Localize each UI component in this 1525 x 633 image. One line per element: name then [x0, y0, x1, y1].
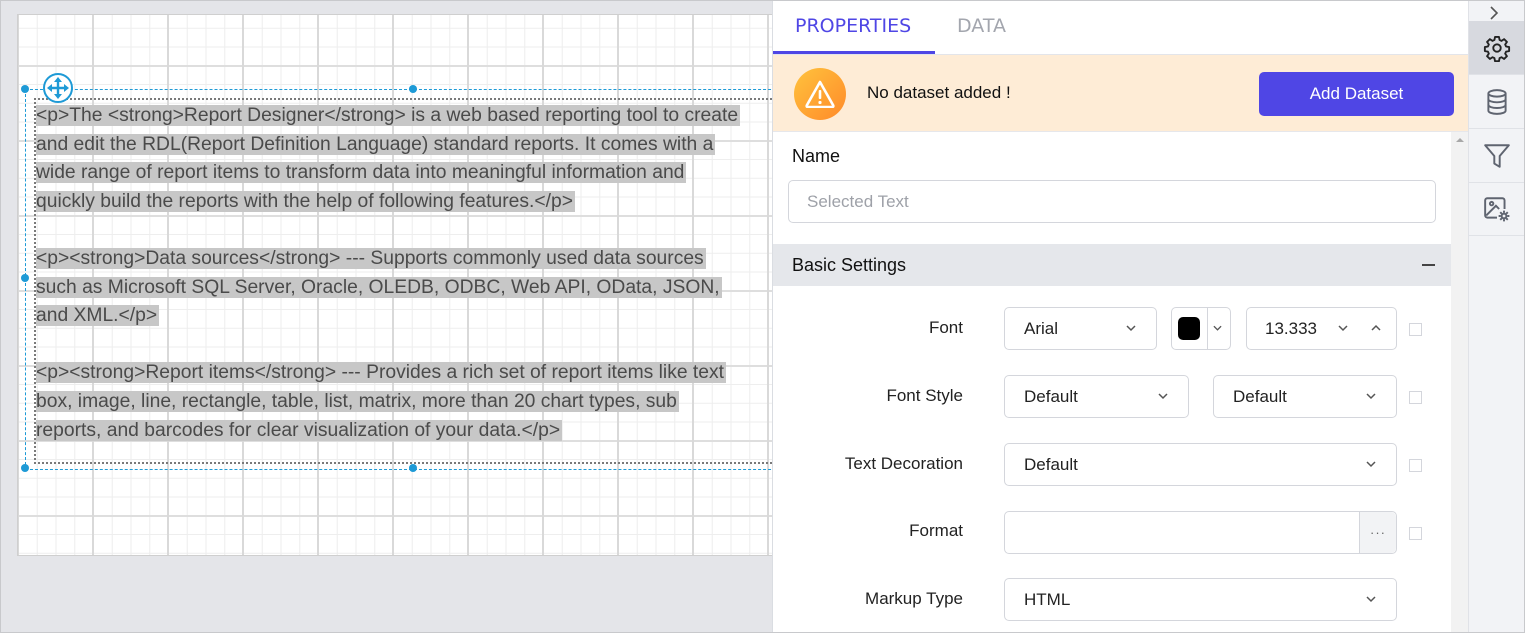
database-icon: [1486, 88, 1507, 115]
text-line: <p><strong>Data sources</strong> --- Sup…: [36, 247, 706, 269]
font-size-stepper[interactable]: 13.333: [1246, 307, 1397, 350]
markup-type-dropdown[interactable]: HTML: [1004, 578, 1397, 621]
toolbar-properties-button[interactable]: [1469, 21, 1524, 75]
font-style-label: Font Style: [886, 386, 963, 405]
properties-list: Name Basic Settings Font Arial 13.333 Fo…: [773, 132, 1451, 632]
chevron-down-icon: [1366, 461, 1376, 468]
resize-handle-bottom-left[interactable]: [21, 464, 29, 472]
move-arrows-icon: [47, 77, 69, 99]
chevron-down-icon: [1213, 325, 1222, 331]
increment-icon[interactable]: [1371, 323, 1381, 333]
font-checkbox[interactable]: [1409, 323, 1422, 336]
image-settings-icon: [1483, 196, 1509, 221]
text-line: box, image, line, rectangle, table, list…: [36, 390, 679, 412]
panel-tabs: PROPERTIES DATA: [773, 1, 1469, 55]
resize-handle-top-center[interactable]: [409, 85, 417, 93]
toolbar-image-settings-button[interactable]: [1469, 182, 1524, 236]
paragraph-intro: <p>The <strong>Report Designer</strong> …: [36, 102, 772, 216]
color-swatch: [1178, 317, 1200, 340]
text-decoration-label: Text Decoration: [844, 454, 963, 473]
alert-message: No dataset added !: [867, 83, 1011, 102]
color-divider: [1207, 308, 1208, 349]
minus-icon[interactable]: [1422, 264, 1435, 266]
format-input[interactable]: ···: [1004, 511, 1397, 554]
text-line: <p><strong>Report items</strong> --- Pro…: [36, 362, 726, 384]
filter-icon: [1483, 143, 1510, 168]
font-family-dropdown[interactable]: Arial: [1004, 307, 1157, 350]
paragraph-data-sources: <p><strong>Data sources</strong> --- Sup…: [36, 245, 772, 331]
format-checkbox[interactable]: [1409, 527, 1422, 540]
name-input[interactable]: [788, 180, 1436, 223]
toolbar-filter-button[interactable]: [1469, 129, 1524, 183]
text-line: quickly build the reports with the help …: [36, 190, 575, 212]
markup-type-label: Markup Type: [865, 589, 963, 608]
scroll-up-arrow-icon[interactable]: [1456, 138, 1464, 142]
properties-scrollbar[interactable]: [1451, 132, 1469, 632]
tab-data[interactable]: DATA: [957, 15, 1006, 37]
paragraph-report-items: <p><strong>Report items</strong> --- Pro…: [36, 359, 772, 445]
text-line: and XML.</p>: [36, 305, 160, 327]
toolbar-data-button[interactable]: [1469, 75, 1524, 129]
basic-settings-header[interactable]: Basic Settings: [773, 244, 1451, 286]
side-toolbar: [1468, 1, 1525, 632]
text-line: <p>The <strong>Report Designer</strong> …: [36, 105, 741, 126]
gear-icon: [1483, 35, 1510, 62]
font-style-checkbox[interactable]: [1409, 391, 1422, 404]
font-weight-dropdown[interactable]: Default: [1213, 375, 1397, 418]
text-line: such as Microsoft SQL Server, Oracle, OL…: [36, 276, 722, 298]
textbox-content[interactable]: <p>The <strong>Report Designer</strong> …: [36, 102, 772, 474]
decrement-icon[interactable]: [1338, 323, 1348, 333]
font-style-dropdown[interactable]: Default: [1004, 375, 1189, 418]
chevron-right-icon[interactable]: [1484, 3, 1504, 23]
text-line: and edit the RDL(Report Definition Langu…: [36, 133, 716, 155]
chevron-down-icon: [1126, 325, 1136, 332]
font-style-value: Default: [1024, 387, 1078, 406]
font-size-value: 13.333: [1265, 319, 1317, 338]
font-label: Font: [928, 318, 963, 337]
font-family-value: Arial: [1024, 319, 1059, 338]
ellipsis-icon: ···: [1370, 525, 1386, 540]
no-dataset-alert: No dataset added ! Add Dataset: [773, 55, 1469, 132]
resize-handle-middle-left[interactable]: [21, 274, 29, 282]
text-decoration-checkbox[interactable]: [1409, 459, 1422, 472]
text-line: wide range of report items to transform …: [36, 162, 687, 184]
name-label: Name: [792, 146, 841, 166]
design-area[interactable]: <p>The <strong>Report Designer</strong> …: [1, 1, 772, 632]
font-weight-value: Default: [1233, 387, 1287, 406]
markup-type-value: HTML: [1024, 590, 1071, 609]
chevron-down-icon: [1158, 393, 1168, 400]
warning-icon: [794, 68, 846, 120]
active-tab-indicator: [773, 51, 935, 54]
format-label: Format: [909, 521, 963, 540]
font-color-picker[interactable]: [1171, 307, 1231, 350]
text-decoration-value: Default: [1024, 455, 1078, 474]
text-decoration-dropdown[interactable]: Default: [1004, 443, 1397, 486]
tab-properties[interactable]: PROPERTIES: [795, 15, 911, 37]
move-handle[interactable]: [43, 73, 73, 103]
properties-panel: PROPERTIES DATA No dataset added ! Add D…: [772, 1, 1469, 632]
chevron-down-icon: [1366, 596, 1376, 603]
text-line: reports, and barcodes for clear visualiz…: [36, 419, 563, 441]
resize-handle-top-left[interactable]: [21, 85, 29, 93]
format-builder-button[interactable]: ···: [1359, 512, 1396, 553]
chevron-down-icon: [1366, 393, 1376, 400]
add-dataset-button[interactable]: Add Dataset: [1259, 72, 1454, 116]
section-title: Basic Settings: [792, 255, 907, 275]
